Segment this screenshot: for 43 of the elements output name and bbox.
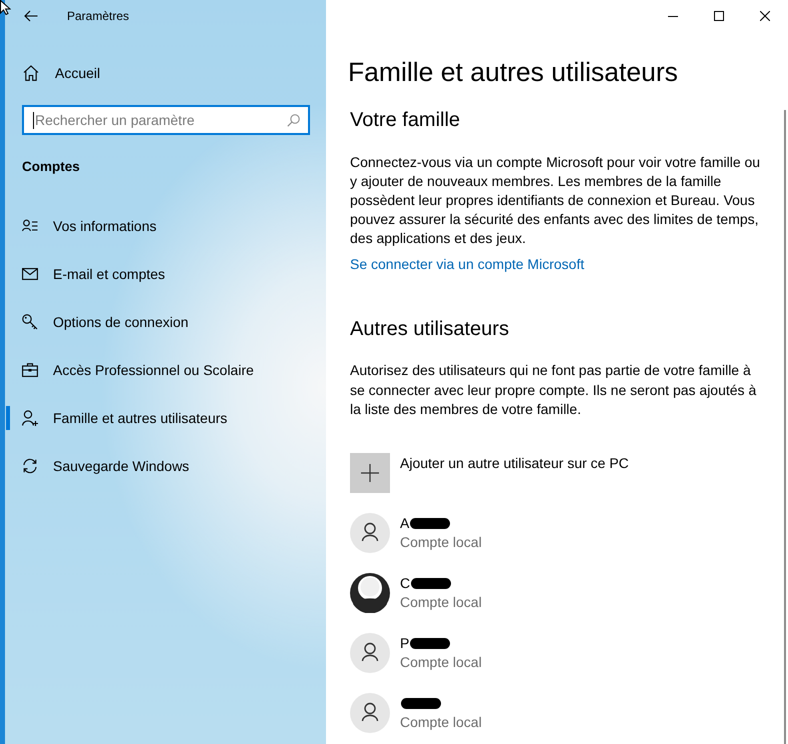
account-type: Compte local bbox=[400, 712, 482, 732]
nav-item[interactable]: Famille et autres utilisateurs bbox=[5, 394, 326, 442]
account-type: Compte local bbox=[400, 592, 482, 612]
person-avatar-icon bbox=[350, 692, 390, 732]
section-heading: Autres utilisateurs bbox=[350, 317, 509, 342]
briefcase-icon bbox=[22, 363, 38, 377]
section-heading: Votre famille bbox=[350, 108, 460, 133]
text-cursor bbox=[33, 112, 34, 129]
page-title: Famille et autres utilisateurs bbox=[348, 56, 678, 89]
section-title: Comptes bbox=[22, 158, 81, 176]
section-description: Connectez-vous via un compte Microsoft pour voir votre famille ou y ajouter de nouveaux membres. Les membres de la famille possèdent leur propres identifiants de connexion et Bureau. Vous pouvez assurer la sécurité des enfants avec des limites de temps, des applications et des jeux. bbox=[350, 153, 762, 248]
sync-icon bbox=[22, 458, 38, 474]
silhouette-avatar-icon bbox=[350, 572, 390, 612]
add-user-button[interactable]: Ajouter un autre utilisateur sur ce PC bbox=[350, 452, 629, 492]
user-name: A bbox=[400, 514, 410, 532]
add-person-icon bbox=[22, 410, 38, 426]
close-icon bbox=[760, 11, 770, 21]
search-field[interactable]: Rechercher un paramètre bbox=[22, 105, 310, 135]
scrollbar[interactable] bbox=[784, 110, 786, 744]
envelope-icon bbox=[22, 268, 38, 280]
nav-item[interactable]: Options de connexion bbox=[5, 298, 326, 346]
mouse-cursor-icon bbox=[0, 0, 11, 15]
maximize-icon bbox=[714, 11, 724, 21]
person-avatar-icon bbox=[350, 512, 390, 552]
plus-icon bbox=[350, 452, 390, 492]
account-type: Compte local bbox=[400, 652, 482, 672]
nav-item[interactable]: Accès Professionnel ou Scolaire bbox=[5, 346, 326, 394]
back-arrow-icon bbox=[24, 10, 38, 22]
user-name: C bbox=[400, 574, 410, 592]
home-icon bbox=[23, 65, 39, 81]
nav-item[interactable]: E-mail et comptes bbox=[5, 250, 326, 298]
home-link[interactable]: Accueil bbox=[5, 55, 326, 91]
search-icon bbox=[287, 114, 300, 127]
nav-item[interactable]: Vos informations bbox=[5, 202, 326, 250]
key-icon bbox=[22, 314, 38, 330]
account-type: Compte local bbox=[400, 532, 482, 552]
person-list-icon bbox=[22, 218, 38, 234]
section-description: Autorisez des utilisateurs qui ne font pas partie de votre famille à se connecter avec leur propre compte. Ils ne seront pas ajoutés à la liste des membres de votre famille. bbox=[350, 361, 758, 419]
user-name: P bbox=[400, 634, 410, 652]
window-title: Paramètres bbox=[67, 9, 130, 23]
person-avatar-icon bbox=[350, 632, 390, 672]
nav-item[interactable]: Sauvegarde Windows bbox=[5, 442, 326, 490]
microsoft-account-link[interactable]: Se connecter via un compte Microsoft bbox=[350, 255, 584, 274]
